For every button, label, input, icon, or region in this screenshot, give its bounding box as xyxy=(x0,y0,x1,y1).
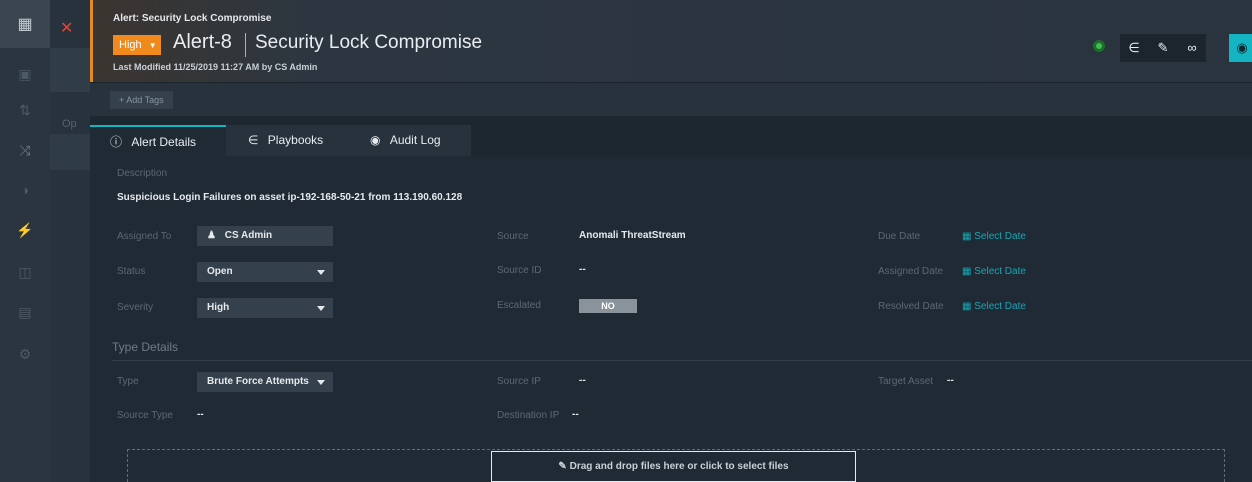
tags-bar: + Add Tags xyxy=(90,82,1252,116)
status-indicator xyxy=(1093,40,1105,52)
tab-label: Audit Log xyxy=(389,133,441,147)
list-row xyxy=(50,48,90,92)
calendar-icon: ▦ xyxy=(962,231,972,242)
source-label: Source xyxy=(497,231,529,242)
calendar-icon: ▦ xyxy=(962,266,972,277)
chevron-down-icon xyxy=(317,270,325,275)
paperclip-icon: ✎ xyxy=(558,461,567,472)
calendar-icon: ▦ xyxy=(962,301,972,312)
section-divider xyxy=(112,360,1252,361)
resolved-date-label: Resolved Date xyxy=(878,301,944,312)
left-nav-rail: ▦ ▣ ⇅ ⤨ ◑ ⚡ ◫ ▤ ⚙ xyxy=(0,0,50,482)
severity-label: Severity xyxy=(117,302,154,313)
alert-details-panel: Description Suspicious Login Failures on… xyxy=(90,156,1252,482)
header-toolbar: ∈ ✎ ∞ xyxy=(1120,34,1206,62)
select-date-label: Select Date xyxy=(974,231,1026,242)
description-text: Suspicious Login Failures on asset ip-19… xyxy=(117,192,463,203)
sort-icon[interactable]: ⇅ xyxy=(15,100,35,120)
source-type-label: Source Type xyxy=(117,410,173,421)
background-column-label: Op xyxy=(62,118,77,130)
playbook-icon: ∈ xyxy=(248,133,259,147)
assigned-date-label: Assigned Date xyxy=(878,266,944,277)
alert-id: Alert-8 xyxy=(173,31,232,53)
tab-bar: ⓘ Alert Details ∈ Playbooks ◉ Audit Log xyxy=(90,116,1252,156)
page-title: Security Lock Compromise xyxy=(255,32,483,53)
type-details-heading: Type Details xyxy=(112,340,179,354)
source-ip-label: Source IP xyxy=(497,376,541,387)
chart-icon[interactable]: ▤ xyxy=(15,302,35,322)
source-id-value: -- xyxy=(579,264,586,275)
briefcase-icon[interactable]: ◫ xyxy=(15,262,35,282)
chevron-down-icon: ▼ xyxy=(148,41,157,50)
tab-playbooks[interactable]: ∈ Playbooks xyxy=(226,125,346,156)
severity-value: High xyxy=(207,302,230,313)
target-asset-label: Target Asset xyxy=(878,376,934,387)
alert-header: Alert: Security Lock Compromise High ▼ A… xyxy=(90,0,1252,82)
playbook-button[interactable]: ∈ xyxy=(1120,34,1148,62)
list-row xyxy=(50,134,90,170)
due-date-picker[interactable]: ▦ Select Date xyxy=(962,231,1026,242)
bolt-icon[interactable]: ⚡ xyxy=(15,220,35,240)
type-dropdown[interactable]: Brute Force Attempts xyxy=(197,372,333,392)
assigned-to-value: CS Admin xyxy=(224,230,273,241)
severity-dropdown[interactable]: High xyxy=(197,298,333,318)
escalated-label: Escalated xyxy=(497,300,541,311)
playbook-icon: ∈ xyxy=(1128,40,1140,55)
background-list-panel: ✕ Op xyxy=(50,0,90,482)
chat-icon: ◉ xyxy=(1236,40,1248,55)
resolved-date-picker[interactable]: ▦ Select Date xyxy=(962,301,1026,312)
destination-ip-label: Destination IP xyxy=(497,410,560,421)
severity-dropdown[interactable]: High ▼ xyxy=(113,35,161,55)
select-date-label: Select Date xyxy=(974,266,1026,277)
apps-icon: ▦ xyxy=(17,16,33,33)
status-value: Open xyxy=(207,266,233,277)
target-asset-value: -- xyxy=(947,375,954,386)
tab-label: Alert Details xyxy=(131,135,197,149)
source-value: Anomali ThreatStream xyxy=(579,230,686,241)
settings-icon[interactable]: ⚙ xyxy=(15,344,35,364)
destination-ip-value: -- xyxy=(572,409,579,420)
info-icon: ⓘ xyxy=(110,135,123,149)
due-date-label: Due Date xyxy=(878,231,921,242)
type-value: Brute Force Attempts xyxy=(207,376,309,387)
link-icon: ∞ xyxy=(1187,40,1197,55)
description-label: Description xyxy=(117,168,168,179)
tab-label: Playbooks xyxy=(267,133,324,147)
breadcrumb: Alert: Security Lock Compromise xyxy=(113,13,272,24)
status-dropdown[interactable]: Open xyxy=(197,262,333,282)
assigned-to-label: Assigned To xyxy=(117,231,172,242)
assigned-date-picker[interactable]: ▦ Select Date xyxy=(962,266,1026,277)
dashboard-icon[interactable]: ▣ xyxy=(15,64,35,84)
add-tags-button[interactable]: + Add Tags xyxy=(110,91,173,109)
upload-label: Drag and drop files here or click to sel… xyxy=(569,461,789,472)
shuffle-icon[interactable]: ⤨ xyxy=(15,140,35,160)
upload-button[interactable]: ✎ Drag and drop files here or click to s… xyxy=(491,451,856,482)
select-date-label: Select Date xyxy=(974,301,1026,312)
pencil-icon: ✎ xyxy=(1157,40,1169,55)
escalated-toggle[interactable]: NO xyxy=(579,299,637,313)
last-modified: Last Modified 11/25/2019 11:27 AM by CS … xyxy=(113,62,318,72)
title-divider xyxy=(245,33,246,57)
type-label: Type xyxy=(117,376,139,387)
user-icon: ♟ xyxy=(207,230,216,241)
collaboration-button[interactable]: ◉ xyxy=(1229,34,1252,62)
close-icon[interactable]: ✕ xyxy=(60,18,73,38)
chevron-down-icon xyxy=(317,306,325,311)
edit-button[interactable]: ✎ xyxy=(1149,34,1177,62)
assigned-to-field[interactable]: ♟ CS Admin xyxy=(197,226,333,246)
source-type-value: -- xyxy=(197,409,204,420)
chevron-down-icon xyxy=(317,380,325,385)
severity-label: High xyxy=(119,39,142,51)
eye-icon: ◉ xyxy=(370,133,381,147)
link-button[interactable]: ∞ xyxy=(1178,34,1206,62)
source-id-label: Source ID xyxy=(497,265,542,276)
apps-button[interactable]: ▦ xyxy=(0,0,50,48)
shield-icon[interactable]: ◑ xyxy=(15,180,35,200)
status-label: Status xyxy=(117,266,146,277)
source-ip-value: -- xyxy=(579,375,586,386)
tab-audit-log[interactable]: ◉ Audit Log xyxy=(346,125,471,156)
tab-alert-details[interactable]: ⓘ Alert Details xyxy=(90,125,226,156)
